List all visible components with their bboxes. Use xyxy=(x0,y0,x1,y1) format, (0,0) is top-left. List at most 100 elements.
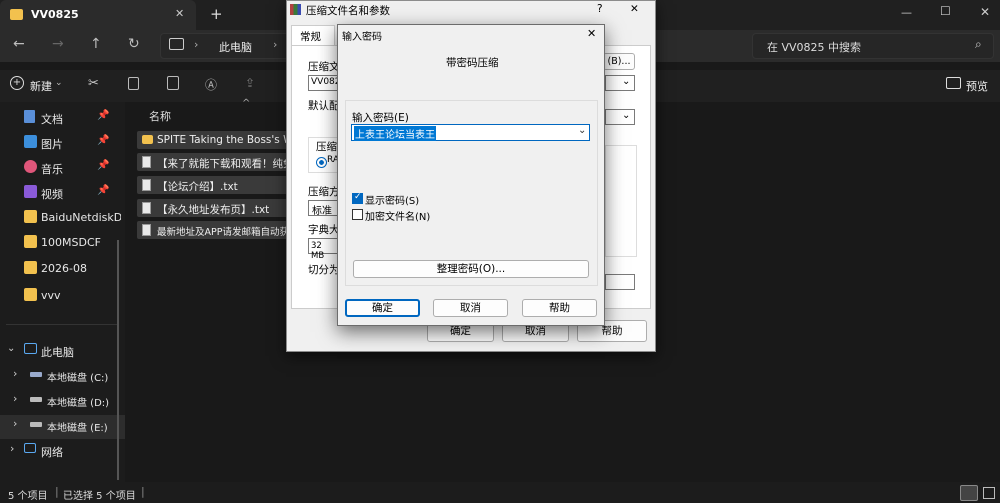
help-button[interactable]: 帮助 xyxy=(522,299,597,317)
explorer-tab[interactable]: VV0825 ✕ xyxy=(0,0,196,30)
sidebar-item-label: 音乐 xyxy=(41,163,63,176)
compression-method-dropdown[interactable]: 标准 xyxy=(308,200,338,217)
text-file-icon xyxy=(142,156,151,168)
details-view-icon[interactable] xyxy=(960,485,978,501)
sidebar-item-100msdcf[interactable]: 100MSDCF xyxy=(0,232,125,256)
winrar-logo-icon xyxy=(290,4,301,15)
sidebar-item-drive-c[interactable]: › 本地磁盘 (C:) xyxy=(0,365,125,389)
text-file-icon xyxy=(142,179,151,191)
sidebar-item-pictures[interactable]: 图片 📌 xyxy=(0,132,125,156)
list-item[interactable]: 【来了就能下载和观看！纯免费 xyxy=(137,153,304,171)
rar-radio-button[interactable] xyxy=(316,157,327,168)
text-file-icon xyxy=(142,202,151,214)
video-icon xyxy=(24,185,37,198)
sidebar-item-label: 此电脑 xyxy=(41,346,74,359)
cut-icon[interactable]: ✂ xyxy=(88,76,99,91)
column-header-name[interactable]: 名称 xyxy=(149,108,171,124)
maximize-button[interactable]: ☐ xyxy=(940,4,951,18)
chevron-right-icon: › xyxy=(13,367,18,380)
dictionary-size-dropdown[interactable]: 32 MB xyxy=(308,238,338,261)
encrypt-file-names-checkbox[interactable] xyxy=(352,209,363,220)
refresh-icon[interactable]: ↻ xyxy=(128,36,140,52)
chevron-down-icon: ⌄ xyxy=(622,110,631,121)
up-arrow-icon[interactable]: ↑ xyxy=(90,36,102,52)
minimize-button[interactable]: — xyxy=(901,6,912,19)
sidebar-item-vvv[interactable]: vvv xyxy=(0,285,125,309)
paste-icon[interactable] xyxy=(167,76,179,90)
update-mode-dropdown[interactable]: ⌄ xyxy=(605,109,635,125)
cancel-button[interactable]: 取消 xyxy=(433,299,508,317)
sidebar-item-label: 本地磁盘 (D:) xyxy=(47,398,110,409)
address-bar[interactable]: › 此电脑 › xyxy=(160,33,290,59)
preview-button[interactable]: 预览 xyxy=(966,78,988,94)
archive-name-field[interactable]: VV0825 xyxy=(308,75,346,91)
dictionary-size-label: 字典大 xyxy=(308,224,340,236)
sidebar-item-documents[interactable]: 文档 📌 xyxy=(0,107,125,131)
password-input[interactable]: 上表王论坛当表王 ⌄ xyxy=(351,124,590,141)
new-button[interactable]: 新建 xyxy=(30,78,52,94)
back-arrow-icon[interactable]: ← xyxy=(13,36,25,52)
close-window-button[interactable]: ✕ xyxy=(980,5,990,19)
picture-icon xyxy=(24,135,37,148)
drive-icon xyxy=(30,372,42,377)
ok-button[interactable]: 确定 xyxy=(345,299,420,317)
sidebar-scrollbar[interactable] xyxy=(117,240,119,480)
sidebar-item-drive-d[interactable]: › 本地磁盘 (D:) xyxy=(0,390,125,414)
file-name: SPITE Taking the Boss's Wif xyxy=(157,134,300,146)
help-icon[interactable]: ? xyxy=(597,3,603,15)
default-profile-label: 默认配 xyxy=(308,100,340,112)
sidebar-item-label: 2026-08 xyxy=(41,262,87,275)
pin-icon: 📌 xyxy=(97,135,110,146)
tab-title: VV0825 xyxy=(31,8,79,21)
sidebar-item-label: 本地磁盘 (E:) xyxy=(47,423,108,434)
close-icon[interactable]: ✕ xyxy=(587,27,596,40)
breadcrumb-this-pc[interactable]: 此电脑 xyxy=(219,39,252,55)
organize-passwords-button[interactable]: 整理密码(O)... xyxy=(353,260,589,278)
sidebar-item-drive-e[interactable]: › 本地磁盘 (E:) xyxy=(0,415,125,439)
archive-name-dropdown[interactable]: ⌄ xyxy=(605,75,635,91)
browse-button[interactable]: (B)... xyxy=(603,53,635,70)
rename-icon[interactable]: Ⓐ xyxy=(205,76,217,93)
status-bar: 5 个项目 | 已选择 5 个项目 | xyxy=(0,482,1000,503)
show-password-label: 显示密码(S) xyxy=(365,196,420,207)
search-box[interactable]: 在 VV0825 中搜索 ⌕ xyxy=(752,33,994,59)
sidebar-item-baidunetdisk[interactable]: BaiduNetdiskD xyxy=(0,207,125,231)
share-icon[interactable]: ⇪ xyxy=(245,76,255,90)
sidebar-item-label: 图片 xyxy=(41,138,63,151)
search-icon: ⌕ xyxy=(975,37,982,51)
sidebar-item-this-pc[interactable]: ⌄ 此电脑 xyxy=(0,340,125,364)
checkmark-icon: ✓ xyxy=(354,192,362,202)
close-icon[interactable]: ✕ xyxy=(630,3,639,15)
copy-icon[interactable] xyxy=(128,77,139,90)
drive-icon xyxy=(30,422,42,427)
sidebar-item-label: BaiduNetdiskD xyxy=(41,211,121,224)
sidebar-item-videos[interactable]: 视频 📌 xyxy=(0,182,125,206)
chevron-down-icon: ⌄ xyxy=(55,78,63,88)
chevron-down-icon[interactable]: ⌄ xyxy=(578,125,586,136)
document-icon xyxy=(24,110,35,123)
sort-up-icon: ^ xyxy=(242,98,251,109)
folder-icon xyxy=(24,288,37,301)
tiles-view-icon[interactable] xyxy=(983,487,995,499)
sidebar-item-music[interactable]: 音乐 📌 xyxy=(0,157,125,181)
forward-arrow-icon[interactable]: → xyxy=(52,36,64,52)
list-item[interactable]: SPITE Taking the Boss's Wif xyxy=(137,131,300,149)
options-group xyxy=(605,145,637,257)
folder-icon xyxy=(10,9,23,20)
list-item[interactable]: 【永久地址发布页】.txt xyxy=(137,199,297,217)
sidebar-item-2026-08[interactable]: 2026-08 xyxy=(0,258,125,282)
new-tab-button[interactable]: + xyxy=(210,5,223,23)
sidebar-item-label: 文档 xyxy=(41,113,63,126)
dialog-title: 输入密码 xyxy=(342,32,382,43)
sidebar-item-network[interactable]: › 网络 xyxy=(0,440,125,464)
tab-general[interactable]: 常规 xyxy=(291,25,335,46)
split-volumes-field[interactable] xyxy=(605,274,635,290)
status-divider: | xyxy=(55,485,59,498)
chevron-right-icon: › xyxy=(13,392,18,405)
chevron-down-icon: ⌄ xyxy=(622,76,631,87)
show-password-checkbox[interactable]: ✓ xyxy=(352,192,363,204)
search-input[interactable]: 在 VV0825 中搜索 xyxy=(767,39,861,55)
list-item[interactable]: 最新地址及APP请发邮箱自动获 xyxy=(137,221,297,239)
list-item[interactable]: 【论坛介绍】.txt xyxy=(137,176,297,194)
tab-close-icon[interactable]: ✕ xyxy=(175,7,184,20)
